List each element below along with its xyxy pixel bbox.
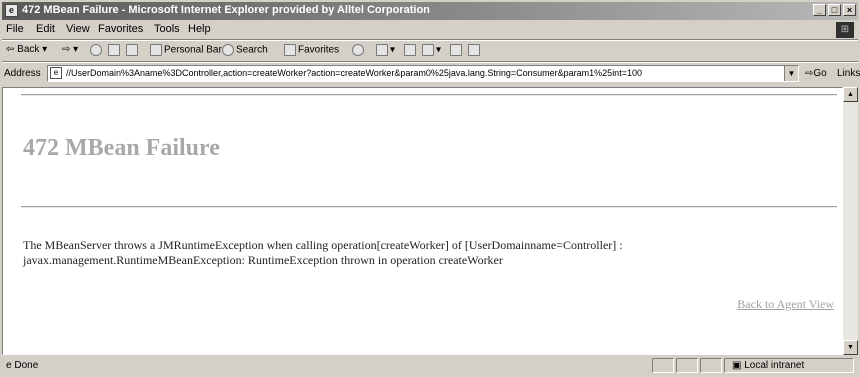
search-icon bbox=[222, 44, 234, 56]
status-label: Done bbox=[14, 360, 39, 371]
status-text: e Done bbox=[6, 360, 38, 371]
menu-view[interactable]: View bbox=[66, 23, 90, 35]
heading-divider bbox=[21, 206, 837, 208]
minimize-button[interactable]: _ bbox=[813, 4, 826, 16]
edit-button[interactable]: ▾ bbox=[422, 44, 441, 56]
refresh-button[interactable] bbox=[108, 44, 122, 56]
menu-file[interactable]: File bbox=[6, 23, 24, 35]
stop-button[interactable] bbox=[90, 44, 104, 56]
favorites-label: Favorites bbox=[298, 44, 340, 56]
window-title: 472 MBean Failure - Microsoft Internet E… bbox=[22, 4, 430, 16]
history-button[interactable] bbox=[352, 44, 366, 56]
stop-icon bbox=[90, 44, 102, 56]
home-button[interactable] bbox=[126, 44, 140, 56]
menu-tools[interactable]: Tools bbox=[154, 23, 180, 35]
error-message-line-1: The MBeanServer throws a JMRuntimeExcept… bbox=[23, 238, 623, 252]
security-zone: ▣ Local intranet bbox=[732, 360, 804, 371]
browser-window: e 472 MBean Failure - Microsoft Internet… bbox=[0, 0, 860, 377]
page-icon: e bbox=[50, 67, 62, 79]
back-arrow-icon: ⇦ bbox=[6, 44, 15, 55]
back-label: Back bbox=[17, 44, 40, 55]
address-bar: Address e //UserDomain%3Aname%3DControll… bbox=[2, 63, 860, 85]
go-button[interactable]: ⇨Go bbox=[805, 68, 827, 79]
discuss-icon bbox=[450, 44, 462, 56]
edit-icon bbox=[422, 44, 434, 56]
page-content: 472 MBean Failure The MBeanServer throws… bbox=[2, 87, 843, 355]
home-icon bbox=[126, 44, 138, 56]
discuss-button[interactable] bbox=[450, 44, 464, 56]
window-controls: _ □ × bbox=[811, 4, 856, 18]
toolbar: ⇦ Back ▾ ⇨ ▾ Personal Bar Search Favorit… bbox=[2, 41, 858, 61]
close-button[interactable]: × bbox=[843, 4, 856, 16]
search-label: Search bbox=[236, 44, 268, 56]
address-dropdown-button[interactable]: ▼ bbox=[784, 66, 798, 81]
maximize-button[interactable]: □ bbox=[828, 4, 841, 16]
intranet-icon: ▣ bbox=[732, 360, 742, 371]
refresh-icon bbox=[108, 44, 120, 56]
mail-icon bbox=[376, 44, 388, 56]
menu-help[interactable]: Help bbox=[188, 23, 211, 35]
page-heading: 472 MBean Failure bbox=[23, 135, 220, 161]
history-icon bbox=[352, 44, 364, 56]
windows-logo-icon: ⊞ bbox=[836, 22, 854, 38]
status-bar: e Done ▣ Local intranet bbox=[2, 357, 858, 375]
favorites-button[interactable]: Favorites bbox=[284, 44, 339, 56]
scroll-down-button[interactable]: ▼ bbox=[843, 340, 858, 355]
address-url: //UserDomain%3Aname%3DController,action=… bbox=[66, 68, 642, 78]
error-message-line-2: javax.management.RuntimeMBeanException: … bbox=[23, 253, 503, 267]
back-to-agent-view-link[interactable]: Back to Agent View bbox=[737, 297, 834, 312]
menu-bar: File Edit View Favorites Tools Help ⊞ bbox=[2, 21, 858, 39]
print-button[interactable] bbox=[404, 44, 418, 56]
vertical-scrollbar[interactable]: ▲ ▼ bbox=[843, 87, 858, 355]
personal-bar-icon bbox=[150, 44, 162, 56]
status-panel-3 bbox=[700, 358, 722, 373]
links-button[interactable]: Links bbox=[837, 68, 860, 79]
top-divider bbox=[21, 94, 837, 96]
ie-page-icon: e bbox=[5, 4, 18, 17]
messenger-button[interactable] bbox=[468, 44, 482, 56]
forward-arrow-icon: ⇨ bbox=[62, 44, 71, 55]
favorites-icon bbox=[284, 44, 296, 56]
zone-label: Local intranet bbox=[744, 360, 805, 371]
print-icon bbox=[404, 44, 416, 56]
search-button[interactable]: Search bbox=[222, 44, 268, 56]
status-panel-2 bbox=[676, 358, 698, 373]
mail-button[interactable]: ▾ bbox=[376, 44, 395, 56]
address-label: Address bbox=[4, 68, 41, 79]
menu-favorites[interactable]: Favorites bbox=[98, 23, 143, 35]
scroll-up-button[interactable]: ▲ bbox=[843, 87, 858, 102]
status-page-icon: e bbox=[6, 360, 12, 371]
address-input[interactable]: e //UserDomain%3Aname%3DController,actio… bbox=[47, 65, 799, 82]
menu-edit[interactable]: Edit bbox=[36, 23, 55, 35]
personal-bar-label: Personal Bar bbox=[164, 44, 222, 56]
go-label: Go bbox=[813, 68, 827, 79]
status-panel-1 bbox=[652, 358, 674, 373]
personal-bar-button[interactable]: Personal Bar bbox=[150, 44, 222, 56]
forward-button[interactable]: ⇨ ▾ bbox=[62, 44, 78, 55]
messenger-icon bbox=[468, 44, 480, 56]
back-button[interactable]: ⇦ Back ▾ bbox=[6, 44, 47, 55]
title-bar: e 472 MBean Failure - Microsoft Internet… bbox=[2, 2, 858, 20]
